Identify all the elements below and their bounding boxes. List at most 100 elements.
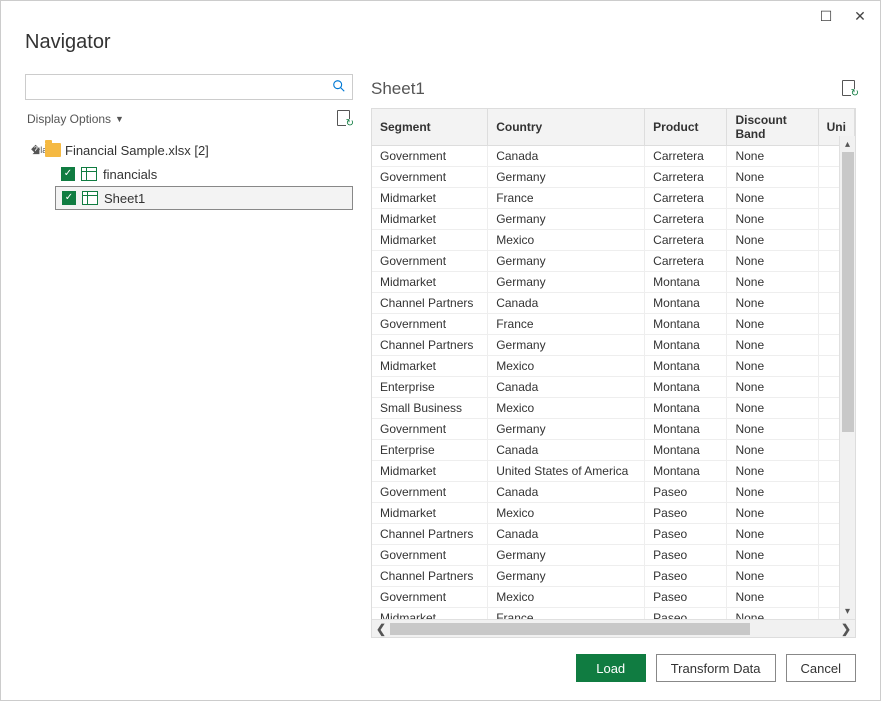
preview-grid-wrap: SegmentCountryProductDiscount BandUni Go… xyxy=(371,108,856,638)
checkbox[interactable]: ✓ xyxy=(62,191,76,205)
table-icon xyxy=(82,191,98,205)
table-cell: Paseo xyxy=(645,503,727,524)
table-cell: None xyxy=(727,251,818,272)
table-cell: None xyxy=(727,545,818,566)
tree-item-label: financials xyxy=(103,167,157,182)
table-cell: None xyxy=(727,377,818,398)
table-cell: Channel Partners xyxy=(372,293,488,314)
table-cell: Midmarket xyxy=(372,356,488,377)
display-options-dropdown[interactable]: Display Options ▼ xyxy=(27,112,124,126)
table-cell: None xyxy=(727,440,818,461)
hscroll-thumb[interactable] xyxy=(390,623,750,635)
table-cell: Government xyxy=(372,545,488,566)
table-row[interactable]: GovernmentFranceMontanaNone xyxy=(372,314,855,335)
table-row[interactable]: MidmarketMexicoMontanaNone xyxy=(372,356,855,377)
table-cell: None xyxy=(727,398,818,419)
vscroll-thumb[interactable] xyxy=(842,152,854,432)
table-row[interactable]: MidmarketFrancePaseoNone xyxy=(372,608,855,620)
table-cell: None xyxy=(727,293,818,314)
table-row[interactable]: EnterpriseCanadaMontanaNone xyxy=(372,377,855,398)
vscroll-track[interactable] xyxy=(840,152,856,603)
table-row[interactable]: MidmarketMexicoCarreteraNone xyxy=(372,230,855,251)
close-button[interactable]: ✕ xyxy=(846,4,874,28)
tree-item[interactable]: ✓ financials xyxy=(55,162,353,186)
table-cell: Carretera xyxy=(645,251,727,272)
tree-item[interactable]: ✓Sheet1 xyxy=(55,186,353,210)
column-header[interactable]: Discount Band xyxy=(727,109,818,146)
table-row[interactable]: GovernmentGermanyMontanaNone xyxy=(372,419,855,440)
search-box[interactable] xyxy=(25,74,353,100)
header: Navigator xyxy=(1,31,880,74)
table-cell: Canada xyxy=(488,377,645,398)
search-input[interactable] xyxy=(32,76,332,98)
table-body: GovernmentCanadaCarreteraNoneGovernmentG… xyxy=(372,146,855,620)
table-row[interactable]: MidmarketMexicoPaseoNone xyxy=(372,503,855,524)
table-row[interactable]: GovernmentMexicoPaseoNone xyxy=(372,587,855,608)
table-cell: Paseo xyxy=(645,587,727,608)
table-row[interactable]: MidmarketGermanyCarreteraNone xyxy=(372,209,855,230)
table-row[interactable]: GovernmentGermanyCarreteraNone xyxy=(372,167,855,188)
table-cell: Midmarket xyxy=(372,461,488,482)
table-cell: Carretera xyxy=(645,188,727,209)
table-cell: Mexico xyxy=(488,398,645,419)
table-row[interactable]: Channel PartnersGermanyMontanaNone xyxy=(372,335,855,356)
table-row[interactable]: Small BusinessMexicoMontanaNone xyxy=(372,398,855,419)
refresh-tree-button[interactable] xyxy=(337,110,351,129)
search-icon[interactable] xyxy=(332,79,346,96)
table-row[interactable]: Channel PartnersCanadaMontanaNone xyxy=(372,293,855,314)
table-row[interactable]: GovernmentCanadaCarreteraNone xyxy=(372,146,855,167)
table-row[interactable]: Channel PartnersGermanyPaseoNone xyxy=(372,566,855,587)
scroll-up-icon[interactable]: ▴ xyxy=(840,136,856,152)
table-row[interactable]: EnterpriseCanadaMontanaNone xyxy=(372,440,855,461)
table-cell: None xyxy=(727,314,818,335)
transform-data-button[interactable]: Transform Data xyxy=(656,654,776,682)
display-options-label: Display Options xyxy=(27,112,111,126)
table-row[interactable]: GovernmentGermanyPaseoNone xyxy=(372,545,855,566)
column-header[interactable]: Country xyxy=(488,109,645,146)
load-button[interactable]: Load xyxy=(576,654,646,682)
table-icon xyxy=(81,167,97,181)
horizontal-scrollbar[interactable]: ❮ ❯ xyxy=(372,619,855,637)
scroll-down-icon[interactable]: ▾ xyxy=(840,603,856,619)
table-cell: Government xyxy=(372,146,488,167)
column-header[interactable]: Segment xyxy=(372,109,488,146)
cancel-button[interactable]: Cancel xyxy=(786,654,856,682)
table-cell: None xyxy=(727,356,818,377)
preview-table: SegmentCountryProductDiscount BandUni Go… xyxy=(372,109,855,619)
table-row[interactable]: MidmarketGermanyMontanaNone xyxy=(372,272,855,293)
table-row[interactable]: MidmarketFranceCarreteraNone xyxy=(372,188,855,209)
table-cell: Montana xyxy=(645,377,727,398)
table-row[interactable]: GovernmentCanadaPaseoNone xyxy=(372,482,855,503)
maximize-button[interactable]: ☐ xyxy=(812,4,840,28)
source-tree: ◢ Financial Sample.xlsx [2] ✓financials✓… xyxy=(25,138,353,210)
refresh-preview-button[interactable] xyxy=(842,80,856,99)
table-cell: Canada xyxy=(488,482,645,503)
column-header[interactable]: Product xyxy=(645,109,727,146)
table-row[interactable]: Channel PartnersCanadaPaseoNone xyxy=(372,524,855,545)
table-cell: None xyxy=(727,209,818,230)
vertical-scrollbar[interactable]: ▴ ▾ xyxy=(839,136,855,619)
table-cell: Canada xyxy=(488,146,645,167)
table-cell: France xyxy=(488,608,645,620)
table-cell: Germany xyxy=(488,545,645,566)
hscroll-track[interactable] xyxy=(390,620,837,638)
table-cell: Carretera xyxy=(645,146,727,167)
left-panel: Display Options ▼ �lack ◢ Financial Samp… xyxy=(25,74,353,638)
table-cell: Carretera xyxy=(645,167,727,188)
table-cell: Montana xyxy=(645,356,727,377)
scroll-right-icon[interactable]: ❯ xyxy=(837,620,855,638)
table-cell: Midmarket xyxy=(372,230,488,251)
table-cell: Paseo xyxy=(645,482,727,503)
table-cell: None xyxy=(727,335,818,356)
expand-icon[interactable]: ◢ xyxy=(31,145,41,156)
table-cell: Government xyxy=(372,314,488,335)
table-cell: Germany xyxy=(488,566,645,587)
table-row[interactable]: MidmarketUnited States of AmericaMontana… xyxy=(372,461,855,482)
table-cell: Paseo xyxy=(645,566,727,587)
checkbox[interactable]: ✓ xyxy=(61,167,75,181)
table-cell: Mexico xyxy=(488,587,645,608)
table-cell: None xyxy=(727,608,818,620)
tree-file-node[interactable]: ◢ Financial Sample.xlsx [2] xyxy=(25,138,353,162)
table-row[interactable]: GovernmentGermanyCarreteraNone xyxy=(372,251,855,272)
scroll-left-icon[interactable]: ❮ xyxy=(372,620,390,638)
